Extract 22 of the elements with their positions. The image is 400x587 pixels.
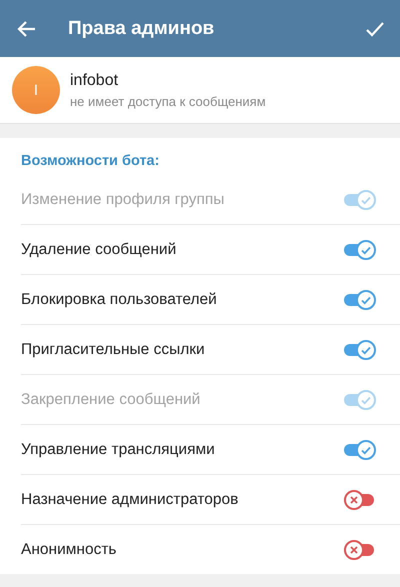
bot-avatar: I <box>12 66 60 114</box>
permission-label: Удаление сообщений <box>21 240 176 258</box>
permission-label: Управление трансляциями <box>21 440 215 458</box>
permission-label: Изменение профиля группы <box>21 190 224 208</box>
permission-toggle[interactable] <box>344 540 376 560</box>
permission-toggle[interactable] <box>344 290 376 310</box>
cross-icon <box>348 494 360 506</box>
section-title: Возможности бота: <box>20 153 160 171</box>
permission-toggle[interactable] <box>344 340 376 360</box>
screen-title: Права админов <box>68 18 216 40</box>
permission-label: Анонимность <box>21 540 116 558</box>
permission-label: Пригласительные ссылки <box>21 340 205 358</box>
bot-status: не имеет доступа к сообщениям <box>70 94 266 108</box>
permission-toggle[interactable] <box>344 490 376 510</box>
permission-label: Закрепление сообщений <box>21 390 200 408</box>
bot-name: infobot <box>70 72 120 90</box>
permission-toggle[interactable] <box>344 440 376 460</box>
back-arrow-icon <box>17 18 37 38</box>
permission-label: Назначение администраторов <box>21 490 238 508</box>
cross-icon <box>348 544 360 556</box>
permission-toggle[interactable] <box>344 240 376 260</box>
permission-label: Блокировка пользователей <box>21 290 217 308</box>
